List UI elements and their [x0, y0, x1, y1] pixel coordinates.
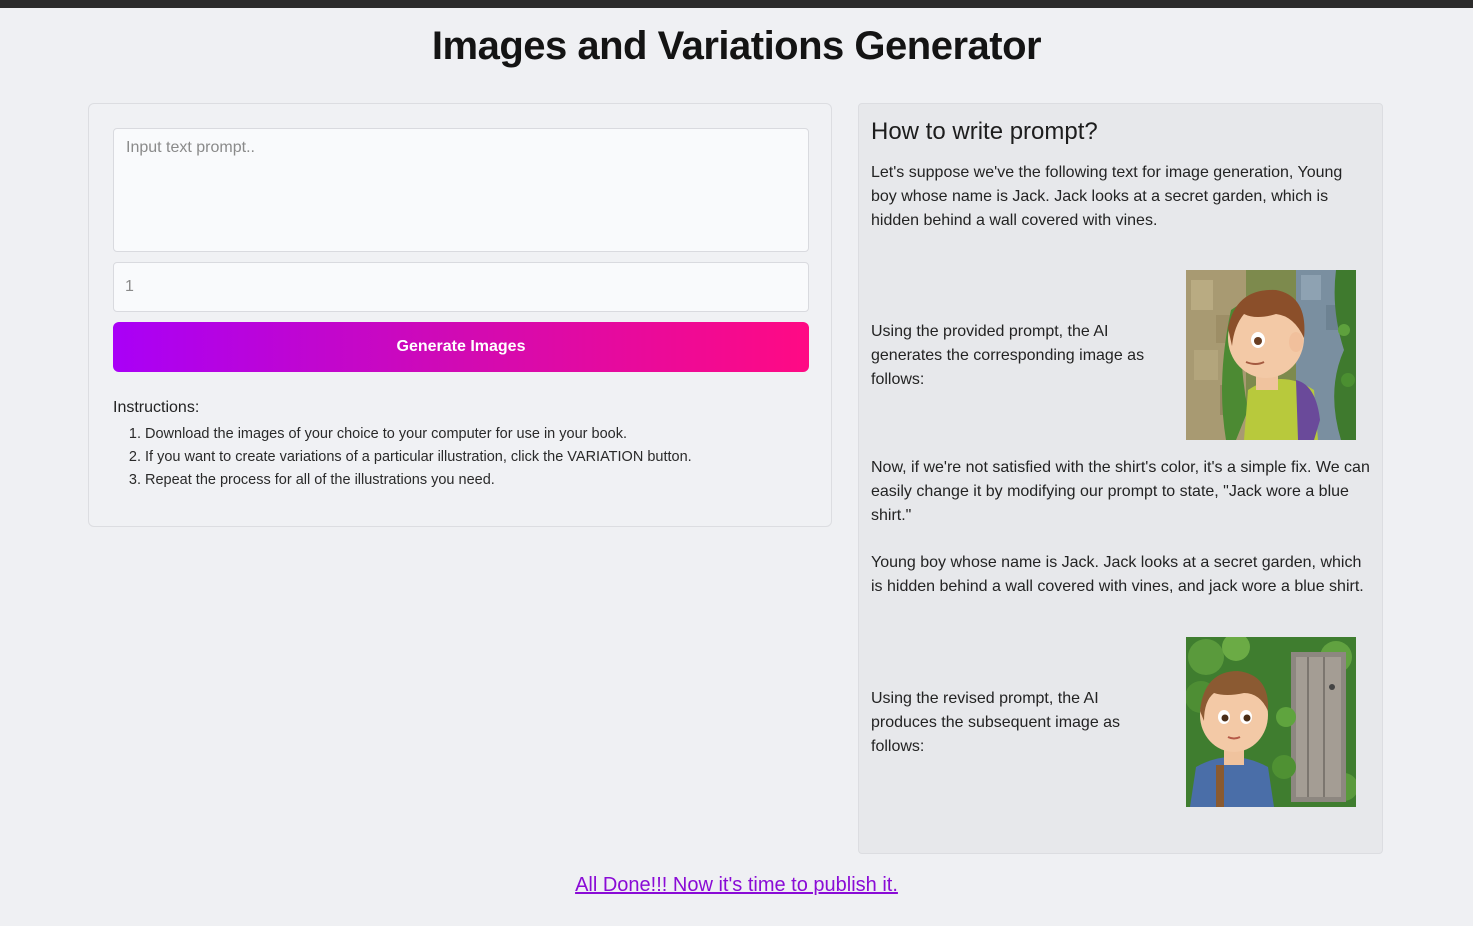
- generator-form-card: Generate Images Instructions: Download t…: [88, 103, 832, 527]
- instructions-block: Instructions: Download the images of you…: [113, 397, 809, 492]
- page-title: Images and Variations Generator: [431, 24, 1042, 68]
- prompt-input[interactable]: [113, 128, 809, 252]
- browser-top-bar: [0, 0, 1473, 8]
- guide-revised-prompt-text: Young boy whose name is Jack. Jack looks…: [871, 554, 1364, 595]
- guide-first-result-text: Using the provided prompt, the AI genera…: [871, 323, 1145, 388]
- generate-images-button[interactable]: Generate Images: [113, 322, 809, 372]
- jack-blue-shirt-image: [1186, 637, 1356, 807]
- jack-yellow-shirt-image: [1186, 270, 1356, 440]
- publish-link[interactable]: All Done!!! Now it's time to publish it.: [0, 874, 1473, 897]
- prompt-guide-card: How to write prompt? Let's suppose we've…: [858, 103, 1383, 854]
- instruction-item: If you want to create variations of a pa…: [145, 446, 809, 469]
- instruction-item: Download the images of your choice to yo…: [145, 423, 809, 446]
- guide-change-note-text: Now, if we're not satisfied with the shi…: [871, 459, 1370, 524]
- instruction-item: Repeat the process for all of the illust…: [145, 469, 809, 492]
- guide-title: How to write prompt?: [871, 118, 1098, 145]
- guide-intro-text: Let's suppose we've the following text f…: [871, 164, 1343, 229]
- instructions-list: Download the images of your choice to yo…: [113, 423, 809, 492]
- instructions-title: Instructions:: [113, 399, 200, 416]
- image-count-input[interactable]: [113, 262, 809, 312]
- guide-second-result-text: Using the revised prompt, the AI produce…: [871, 690, 1121, 755]
